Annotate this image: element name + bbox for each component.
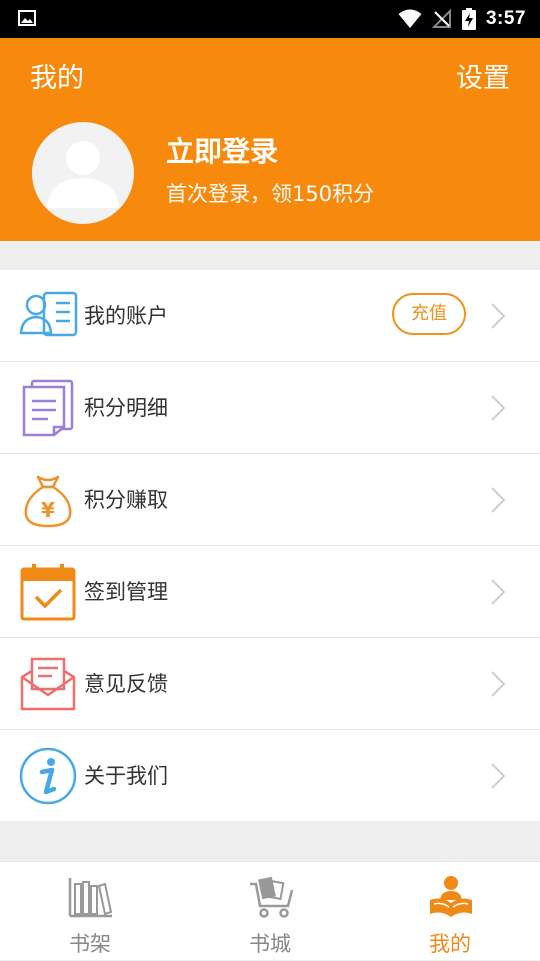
status-bar: 3:57 bbox=[0, 0, 540, 38]
profile-header: 我的 设置 立即登录 首次登录，领150积分 bbox=[0, 38, 540, 241]
page-title: 我的 bbox=[30, 63, 84, 94]
menu-item-label: 关于我们 bbox=[84, 764, 168, 788]
menu-item-label: 签到管理 bbox=[84, 580, 168, 604]
menu-item-label: 积分赚取 bbox=[84, 488, 168, 512]
tab-label: 我的 bbox=[429, 932, 471, 956]
svg-text:¥: ¥ bbox=[41, 498, 55, 522]
status-time: 3:57 bbox=[485, 8, 526, 29]
avatar[interactable] bbox=[32, 122, 134, 224]
menu-item-label: 意见反馈 bbox=[84, 672, 168, 696]
book-cart-icon bbox=[250, 876, 294, 918]
menu-item-label: 积分明细 bbox=[84, 396, 168, 420]
reader-icon bbox=[430, 876, 472, 917]
image-notification-icon bbox=[18, 10, 36, 26]
tab-label: 书架 bbox=[69, 932, 111, 956]
calendar-check-icon bbox=[20, 564, 76, 621]
tab-label: 书城 bbox=[249, 932, 291, 956]
no-signal-icon bbox=[431, 9, 451, 28]
money-bag-icon: ¥ bbox=[24, 475, 72, 528]
login-subtitle: 首次登录，领150积分 bbox=[166, 182, 375, 206]
wifi-icon bbox=[398, 9, 422, 28]
menu-item-label: 我的账户 bbox=[84, 304, 168, 328]
recharge-button[interactable]: 充值 bbox=[392, 293, 466, 335]
info-icon bbox=[19, 747, 77, 805]
chevron-right-icon bbox=[491, 487, 506, 513]
chevron-right-icon bbox=[491, 763, 506, 789]
chevron-right-icon bbox=[491, 671, 506, 697]
tab-mine[interactable]: 我的 bbox=[360, 862, 540, 961]
menu-item-earn-points[interactable]: ¥ 积分赚取 bbox=[0, 454, 540, 546]
menu-item-account[interactable]: 我的账户 充值 bbox=[0, 270, 540, 362]
login-link[interactable]: 立即登录 bbox=[166, 130, 278, 170]
chevron-right-icon bbox=[491, 579, 506, 605]
envelope-icon bbox=[20, 657, 76, 711]
bottom-nav: 书架 书城 我的 bbox=[0, 861, 540, 960]
menu-item-feedback[interactable]: 意见反馈 bbox=[0, 638, 540, 730]
default-user-icon bbox=[47, 141, 119, 208]
chevron-right-icon bbox=[491, 303, 506, 329]
bookshelf-icon bbox=[68, 878, 113, 918]
menu-item-checkin[interactable]: 签到管理 bbox=[0, 546, 540, 638]
menu-list: 我的账户 充值 积分明细 ¥ 积分赚取 签到管理 意见反馈 关于我们 bbox=[0, 270, 540, 821]
settings-button[interactable]: 设置 bbox=[456, 56, 510, 95]
chevron-right-icon bbox=[491, 395, 506, 421]
tab-bookstore[interactable]: 书城 bbox=[180, 862, 360, 961]
battery-charging-icon bbox=[461, 8, 476, 30]
tab-bookshelf[interactable]: 书架 bbox=[0, 862, 180, 961]
points-detail-icon bbox=[22, 379, 74, 437]
menu-item-points-detail[interactable]: 积分明细 bbox=[0, 362, 540, 454]
menu-item-about[interactable]: 关于我们 bbox=[0, 730, 540, 821]
account-icon bbox=[19, 291, 78, 337]
